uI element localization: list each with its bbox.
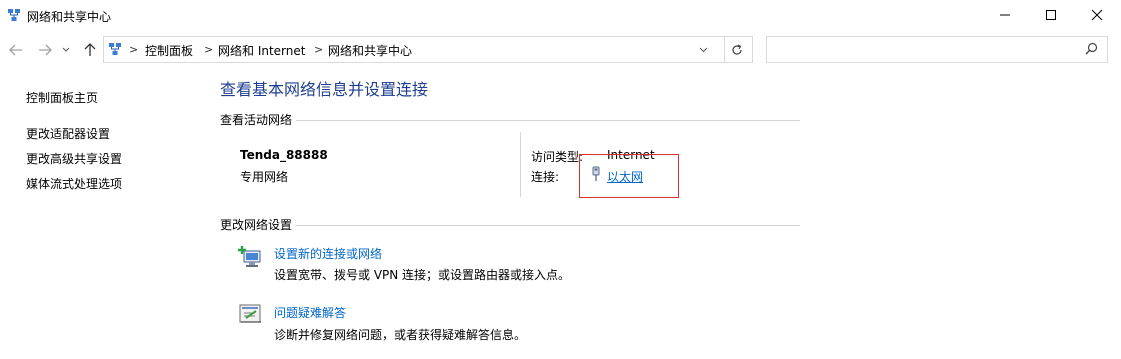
network-type: 专用网络 (240, 170, 289, 184)
address-dropdown-button[interactable] (693, 40, 713, 60)
sidebar-item-media-streaming-options[interactable]: 媒体流式处理选项 (26, 175, 122, 192)
sidebar-item-change-adapter-settings[interactable]: 更改适配器设置 (26, 125, 110, 142)
address-bar[interactable] (103, 36, 753, 63)
back-arrow-icon (9, 44, 22, 56)
chevron-down-icon (62, 47, 70, 52)
search-input[interactable] (766, 36, 1108, 63)
sidebar-item-control-panel-home[interactable]: 控制面板主页 (26, 89, 98, 106)
active-networks-section-title: 查看活动网络 (220, 111, 297, 128)
connection-label: 连接: (531, 170, 560, 184)
network-center-icon (7, 8, 21, 22)
up-button[interactable] (80, 40, 100, 60)
troubleshoot-description: 诊断并修复网络问题，或者获得疑难解答信息。 (274, 328, 527, 342)
title-bar: 网络和共享中心 (0, 0, 1121, 30)
setup-new-connection-description: 设置宽带、拨号或 VPN 连接；或设置路由器或接入点。 (274, 268, 571, 282)
new-connection-icon (238, 244, 264, 271)
window-title: 网络和共享中心 (27, 10, 112, 24)
search-icon[interactable] (1085, 42, 1098, 58)
close-button[interactable] (1074, 0, 1120, 30)
access-type-label: 访问类型: (531, 150, 584, 164)
breadcrumb-network-sharing-center[interactable]: 网络和共享中心 (328, 42, 412, 59)
highlight-box (579, 154, 679, 198)
breadcrumb-separator[interactable]: > (204, 43, 213, 56)
breadcrumb-network-internet[interactable]: 网络和 Internet (218, 42, 305, 59)
forward-arrow-icon (39, 44, 52, 56)
refresh-icon (732, 44, 742, 55)
recent-locations-button[interactable] (56, 40, 76, 60)
troubleshoot-icon (238, 302, 264, 329)
forward-button[interactable] (35, 40, 55, 60)
troubleshoot-link[interactable]: 问题疑难解答 (274, 304, 346, 321)
network-divider (520, 132, 521, 197)
section-divider (220, 225, 800, 226)
breadcrumb-separator[interactable]: > (129, 43, 138, 56)
refresh-button[interactable] (727, 40, 747, 60)
minimize-icon (1000, 14, 1010, 16)
back-button[interactable] (6, 40, 26, 60)
change-settings-section-title: 更改网络设置 (220, 216, 297, 233)
address-divider (724, 37, 725, 62)
control-panel-icon (108, 42, 122, 59)
maximize-icon (1046, 10, 1056, 20)
section-divider (220, 120, 800, 121)
breadcrumb-separator[interactable]: > (314, 43, 323, 56)
sidebar-item-advanced-sharing-settings[interactable]: 更改高级共享设置 (26, 150, 122, 167)
breadcrumb-control-panel[interactable]: 控制面板 (145, 42, 193, 59)
close-icon (1091, 9, 1103, 21)
network-name: Tenda_88888 (240, 148, 328, 162)
up-arrow-icon (84, 43, 96, 56)
page-title: 查看基本网络信息并设置连接 (220, 80, 429, 99)
maximize-button[interactable] (1028, 0, 1074, 30)
setup-new-connection-link[interactable]: 设置新的连接或网络 (274, 245, 382, 262)
chevron-down-icon (699, 47, 707, 53)
minimize-button[interactable] (982, 0, 1028, 30)
